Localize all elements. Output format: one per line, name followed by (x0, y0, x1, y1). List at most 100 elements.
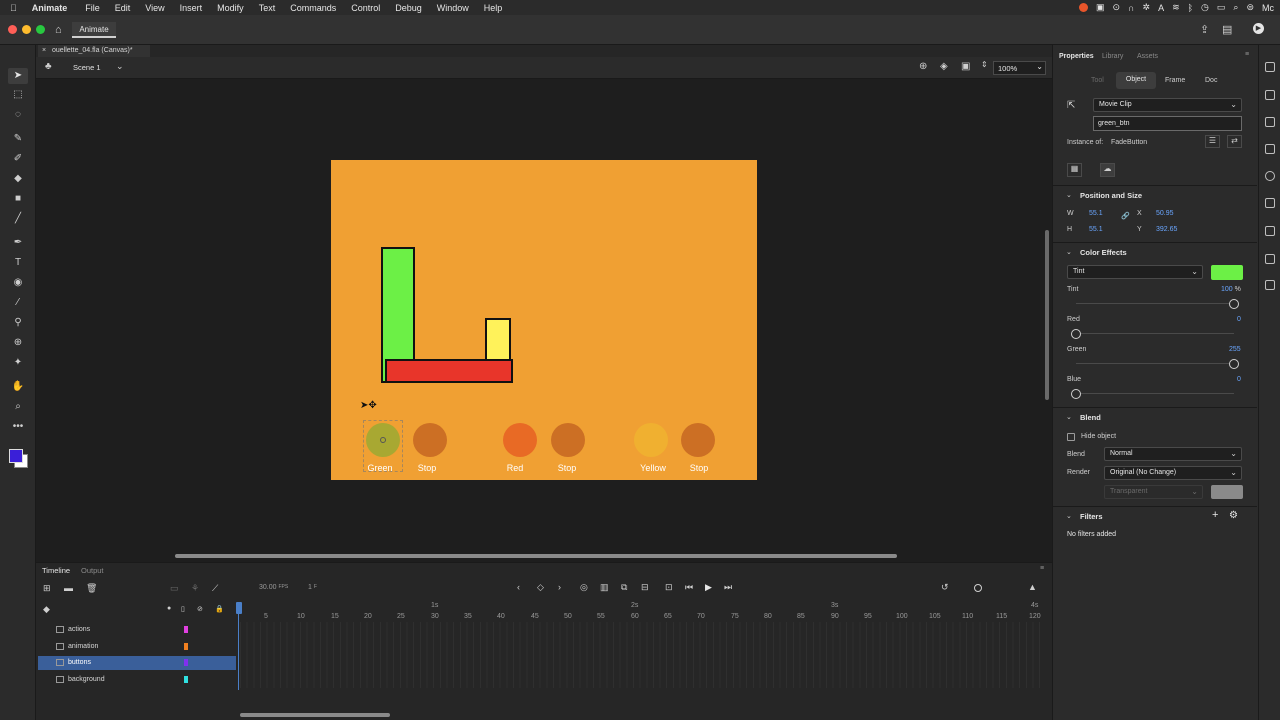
battery-icon[interactable]: ▭ (1217, 2, 1226, 13)
assets-tab[interactable]: Assets (1137, 53, 1158, 60)
menu-modify[interactable]: Modify (217, 3, 244, 13)
blue-slider-knob[interactable] (1071, 389, 1081, 399)
filter-settings-icon[interactable]: ⚙ (1229, 510, 1238, 521)
blend-mode-select[interactable]: Normal ⌄ (1104, 447, 1242, 461)
menu-debug[interactable]: Debug (395, 3, 422, 13)
render-select[interactable]: Original (No Change) ⌄ (1104, 466, 1242, 480)
frame-grid[interactable] (240, 622, 1040, 688)
brush-tool-icon[interactable]: ✐ (11, 153, 25, 165)
symbol-type-select[interactable]: Movie Clip ⌄ (1093, 98, 1242, 112)
bluetooth-icon[interactable]: ᛒ (1188, 3, 1193, 13)
app-menu[interactable]: Animate (32, 3, 68, 13)
paint-bucket-tool-icon[interactable]: ◉ (11, 277, 25, 289)
blue-slider-track[interactable] (1076, 393, 1234, 394)
timeline-horizontal-scrollbar[interactable] (240, 713, 390, 717)
timeline-menu-icon[interactable]: ≡ (1040, 565, 1044, 572)
hand-tool-icon[interactable]: ✋ (11, 381, 25, 393)
symbol-settings-icon[interactable]: ☰ (1205, 135, 1220, 148)
height-value[interactable]: 55.1 (1089, 226, 1103, 233)
clock-icon[interactable]: ◷ (1201, 2, 1209, 13)
hide-layers-icon[interactable]: ⊘ (197, 605, 203, 613)
text-input-icon[interactable]: A (1158, 3, 1164, 13)
position-size-title[interactable]: Position and Size (1080, 191, 1142, 200)
home-icon[interactable]: ⌂ (55, 24, 62, 36)
loop-icon[interactable]: ⧉ (621, 582, 627, 593)
layer-row-buttons[interactable]: buttons (38, 656, 236, 670)
minimize-window-button[interactable] (22, 25, 31, 34)
width-value[interactable]: 55.1 (1089, 210, 1103, 217)
swap-symbol-icon[interactable]: ⇄ (1227, 135, 1242, 148)
menu-file[interactable]: File (85, 3, 100, 13)
layer-row-background[interactable]: background (38, 673, 236, 687)
panel-menu-icon[interactable]: ≡ (1245, 51, 1249, 58)
instance-name-input[interactable] (1093, 116, 1242, 131)
new-layer-icon[interactable]: ⊞ (43, 583, 51, 594)
green-value[interactable]: 255 (1229, 346, 1241, 353)
line-tool-icon[interactable]: ╱ (11, 213, 25, 225)
frame-subtab[interactable]: Frame (1165, 77, 1185, 84)
yellow-button[interactable] (634, 423, 668, 457)
wifi-icon[interactable]: ≋ (1172, 2, 1180, 13)
blend-collapse-icon[interactable]: ⌄ (1066, 413, 1072, 421)
play-icon[interactable]: ▶ (705, 582, 712, 593)
menu-control[interactable]: Control (351, 3, 380, 13)
edit-symbols-icon[interactable]: ◈ (940, 61, 948, 72)
menu-insert[interactable]: Insert (180, 3, 203, 13)
lock-layers-icon[interactable]: 🔒 (215, 605, 224, 613)
menu-commands[interactable]: Commands (290, 3, 336, 13)
free-transform-tool-icon[interactable]: ⬚ (11, 89, 25, 101)
green-slider-track[interactable] (1076, 363, 1234, 364)
layer-color-swatch[interactable] (184, 643, 188, 650)
zoom-select[interactable]: 100% ⌄ (993, 61, 1046, 75)
camera-icon[interactable]: ▭ (170, 583, 179, 594)
horizontal-scrollbar[interactable] (175, 554, 897, 558)
clip-content-icon[interactable]: ▣ (961, 61, 970, 72)
center-stage-icon[interactable]: ⊕ (919, 61, 927, 72)
apple-menu-icon[interactable]:  (10, 3, 17, 13)
position-collapse-icon[interactable]: ⌄ (1066, 191, 1072, 199)
symbol-options-icon[interactable]: ☁ (1100, 163, 1115, 177)
red-slider-track[interactable] (1076, 333, 1234, 334)
zoom-window-button[interactable] (36, 25, 45, 34)
green-slider-knob[interactable] (1229, 359, 1239, 369)
insert-keyframe-icon[interactable]: ◇ (537, 582, 544, 593)
frame-ruler[interactable] (240, 600, 1040, 622)
vertical-scrollbar[interactable] (1045, 230, 1049, 400)
test-movie-icon[interactable]: ▶ (1253, 23, 1264, 34)
add-filter-icon[interactable]: + (1212, 509, 1218, 521)
share-icon[interactable]: ⇪ (1200, 23, 1209, 36)
document-tab[interactable]: × ouellette_04.fla (Canvas)* (38, 45, 150, 57)
red-button[interactable] (503, 423, 537, 457)
play-status-icon[interactable]: ⊙ (1113, 2, 1121, 13)
align-icon[interactable]: ▦ (1067, 163, 1082, 177)
fill-color-swatch[interactable] (9, 449, 23, 463)
tint-slider-knob[interactable] (1229, 299, 1239, 309)
frame-display[interactable]: 1 F (308, 584, 317, 591)
red-bar-shape[interactable] (385, 359, 513, 383)
undo-icon[interactable]: ↺ (941, 582, 949, 593)
go-to-last-frame-icon[interactable]: ⏭ (724, 582, 732, 593)
scene-name[interactable]: Scene 1 (73, 63, 101, 72)
layer-color-swatch[interactable] (184, 659, 188, 666)
timeline-zoom-slider-knob[interactable] (974, 584, 982, 592)
fps-display[interactable]: 30.00 FPS (259, 584, 288, 591)
transform-panel-icon[interactable] (1265, 198, 1275, 208)
components-panel-icon[interactable] (1265, 226, 1275, 236)
bone-tool-icon[interactable]: ⚲ (11, 317, 25, 329)
parenting-icon[interactable]: ⚘ (191, 583, 199, 594)
info-panel-icon[interactable] (1265, 171, 1275, 181)
stop-button-1[interactable] (413, 423, 447, 457)
motion-presets-icon[interactable] (1265, 62, 1275, 72)
menu-help[interactable]: Help (484, 3, 503, 13)
color-effects-collapse-icon[interactable]: ⌄ (1066, 248, 1072, 256)
layer-color-swatch[interactable] (184, 626, 188, 633)
layer-color-swatch[interactable] (184, 676, 188, 683)
zoom-tool-icon[interactable]: ⌕ (11, 401, 25, 413)
text-tool-icon[interactable]: T (11, 257, 25, 269)
filters-title[interactable]: Filters (1080, 512, 1103, 521)
pin-tool-icon[interactable]: ✦ (11, 357, 25, 369)
highlight-layers-icon[interactable]: ● (167, 605, 171, 612)
filters-collapse-icon[interactable]: ⌄ (1066, 512, 1072, 520)
color-panel-icon[interactable] (1265, 90, 1275, 100)
red-slider-knob[interactable] (1071, 329, 1081, 339)
